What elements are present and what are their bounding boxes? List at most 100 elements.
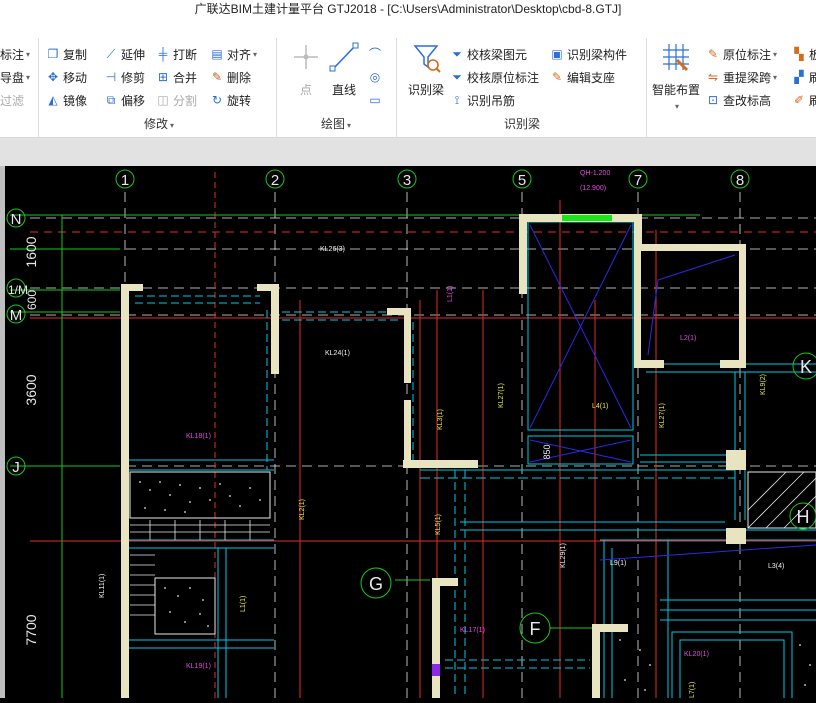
axis-label-7: 7 <box>634 172 642 189</box>
smart-layout-icon <box>663 44 689 72</box>
smart-layout-button[interactable]: 智能布置▾ <box>650 36 702 111</box>
separator <box>38 38 39 148</box>
annotation-button[interactable]: 标注 ▾ <box>0 44 30 64</box>
axis-label-h: H <box>797 507 810 527</box>
beam-label: KL17(1) <box>460 627 485 634</box>
axis-label-k: K <box>800 357 812 377</box>
rotate-icon: ↻ <box>211 93 223 107</box>
mirror-button[interactable]: ◭ 镜像 <box>46 90 87 110</box>
partial-right-button-1[interactable]: ▚ 板 <box>792 44 816 64</box>
recognize-beam-button[interactable]: 识别梁 <box>400 36 452 104</box>
beam-label: L4(1) <box>592 403 608 410</box>
blue-lines <box>529 224 816 561</box>
partial-right-button-2[interactable]: ▞ 刷 <box>792 67 816 87</box>
beam-label: KL27(1) <box>498 383 505 408</box>
check-annotation-button[interactable]: ⏷ 校核原位标注 <box>450 67 539 87</box>
top-notes: QH-1.200 (12.900) <box>580 170 610 192</box>
extend-button[interactable]: ⟋ 延伸 <box>104 44 145 64</box>
beam-label: KL18(1) <box>186 433 211 440</box>
beam-label: KL29(1) <box>560 543 567 568</box>
dim-1600: 1600 <box>23 236 39 267</box>
rotate-button[interactable]: ↻ 旋转 <box>210 90 251 110</box>
axis-label-2: 2 <box>271 172 279 189</box>
dim-7700: 7700 <box>23 614 39 645</box>
beam-label: KL3(1) <box>437 409 444 430</box>
draw-group: 点 直线 ⌒ ◎ ▭ 绘图 ▾ <box>280 34 392 138</box>
line-button[interactable]: 直线 <box>318 36 370 104</box>
dim-600: 600 <box>25 290 39 310</box>
beam-label: KL20(1) <box>684 651 709 658</box>
copy-button[interactable]: ❐ 复制 <box>46 44 87 64</box>
beam-label: KL2(1) <box>299 499 306 520</box>
align-button[interactable]: ▤ 对齐 ▾ <box>210 44 257 64</box>
line-icon <box>329 42 359 72</box>
dim-850: 850 <box>542 444 552 459</box>
axis-label-j: J <box>12 459 20 476</box>
window-title: 广联达BIM土建计量平台 GTJ2018 - [C:\Users\Adminis… <box>0 0 816 20</box>
axis-label-5: 5 <box>518 172 526 189</box>
partial-right-button-3[interactable]: ✐ 刷 <box>792 90 816 110</box>
axis-lines <box>30 192 816 698</box>
beam-label: KL24(1) <box>325 350 350 357</box>
check-elevation-button[interactable]: ⊡ 查改标高 <box>706 90 771 110</box>
circle-icon: ◎ <box>369 70 381 84</box>
beam-label: KL27(1) <box>659 403 666 428</box>
move-button[interactable]: ✥ 移动 <box>46 67 87 87</box>
draw-group-label[interactable]: 绘图 ▾ <box>280 115 392 132</box>
annotation-icon: ✎ <box>707 47 719 61</box>
break-button[interactable]: ╪ 打断 <box>156 44 197 64</box>
guide-button[interactable]: 导盘 ▾ <box>0 67 30 87</box>
merge-button[interactable]: ⊞ 合并 <box>156 67 197 87</box>
beam-label: KL19(1) <box>186 663 211 670</box>
check-beam-elements-button[interactable]: ⏷ 校核梁图元 <box>450 44 527 64</box>
beam-label: L2(1) <box>680 335 696 342</box>
copy-icon: ❐ <box>47 47 59 61</box>
in-situ-annotation-button[interactable]: ✎ 原位标注 ▾ <box>706 44 777 64</box>
axis-label-n: N <box>11 211 22 228</box>
align-icon: ▤ <box>211 47 223 61</box>
break-icon: ╪ <box>158 47 168 61</box>
beam-label: KL9(2) <box>760 374 767 395</box>
drawing-canvas[interactable]: 1 2 3 5 7 8 N 1/M M J K G F H 1600 600 3… <box>0 166 816 703</box>
recognize-beam-group: 识别梁 ⏷ 校核梁图元 ⏷ 校核原位标注 ⟟ 识别吊筋 ▣ 识别梁构件 ✎ 编辑支座 识别… <box>400 34 644 138</box>
delete-button[interactable]: ✎ 删除 <box>210 67 251 87</box>
funnel-check-icon: ⏷ <box>452 70 462 84</box>
circle-tool[interactable]: ◎ <box>368 67 385 87</box>
beam-labels-yellow: KL27(1) L4(1) KL3(1) KL27(1) KL9(2) KL2(… <box>240 374 767 698</box>
axis-label-f: F <box>530 619 541 639</box>
separator <box>276 38 277 148</box>
arc-tool[interactable]: ⌒ <box>368 44 385 64</box>
split-icon: ◫ <box>157 93 169 107</box>
component-icon: ▣ <box>551 47 563 61</box>
beam-label: L9(1) <box>610 560 626 567</box>
hanger-icon: ⟟ <box>454 93 460 107</box>
reextract-span-button[interactable]: ⇋ 重提梁跨 ▾ <box>706 67 777 87</box>
modify-group-label[interactable]: 修改 ▾ <box>44 115 274 132</box>
cad-drawing[interactable]: 1 2 3 5 7 8 N 1/M M J K G F H 1600 600 3… <box>0 166 816 703</box>
separator <box>646 38 647 148</box>
trim-button[interactable]: ⊣ 修剪 <box>104 67 145 87</box>
offset-button[interactable]: ⧉ 偏移 <box>104 90 145 110</box>
axis-label-m: M <box>10 307 23 324</box>
edit-support-icon: ✎ <box>551 70 563 84</box>
funnel-check-icon: ⏷ <box>452 47 462 61</box>
beam-label: L3(4) <box>768 563 784 570</box>
tab-strip <box>0 138 816 166</box>
filter-button[interactable]: 过滤 <box>0 90 24 110</box>
left-scroll-edge[interactable] <box>0 166 5 698</box>
brush-icon: ✐ <box>793 93 805 107</box>
elevation-note: QH-1.200 <box>580 170 610 177</box>
eraser-icon: ✎ <box>211 70 223 84</box>
recognize-beam-component-button[interactable]: ▣ 识别梁构件 <box>550 44 627 64</box>
recognize-beam-icon <box>413 45 441 73</box>
edit-support-button[interactable]: ✎ 编辑支座 <box>550 67 615 87</box>
separator <box>396 38 397 148</box>
beam-label: L1(1) <box>447 286 454 302</box>
tool-icon: ▚ <box>794 47 804 61</box>
rectangle-tool[interactable]: ▭ <box>368 90 385 110</box>
beam-label: L1(1) <box>240 596 247 612</box>
axis-label-1: 1 <box>121 172 129 189</box>
split-button[interactable]: ◫ 分割 <box>156 90 197 110</box>
recognize-hanger-button[interactable]: ⟟ 识别吊筋 <box>450 90 515 110</box>
trim-icon: ⊣ <box>105 70 117 84</box>
